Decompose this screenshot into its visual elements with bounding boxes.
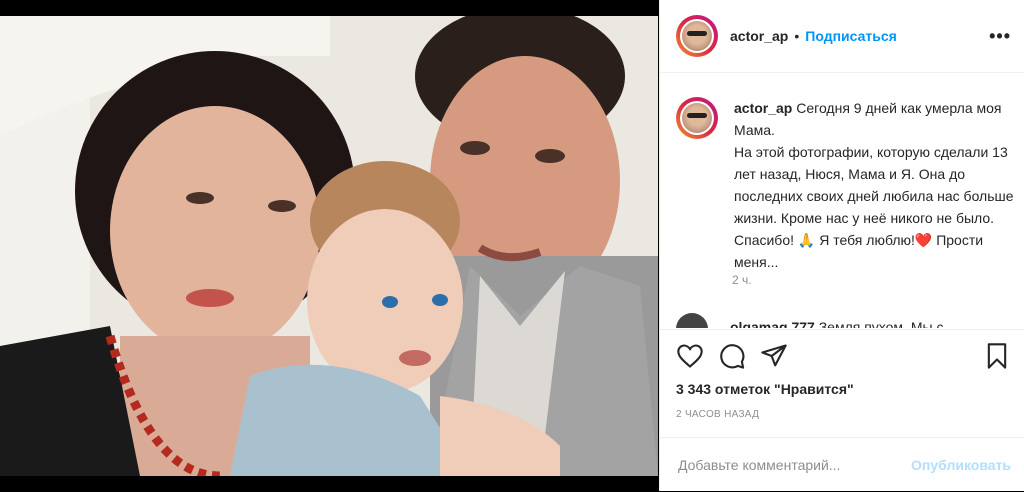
- comment-avatar[interactable]: [676, 313, 708, 328]
- comments-list[interactable]: actor_ap Сегодня 9 дней как умерла моя М…: [660, 73, 1024, 328]
- post-time[interactable]: 2 ЧАСОВ НАЗАД: [676, 409, 759, 420]
- comment-text: Земля пухом. Мы с: [818, 319, 944, 328]
- more-icon[interactable]: •••: [989, 26, 1011, 47]
- follow-button[interactable]: Подписаться: [805, 28, 897, 44]
- publish-button[interactable]: Опубликовать: [911, 457, 1011, 473]
- list-item: olgamag.777 Земля пухом. Мы с: [676, 313, 943, 328]
- username-link[interactable]: actor_ap: [730, 28, 788, 44]
- comment-username[interactable]: olgamag.777: [730, 319, 815, 328]
- caption: actor_ap Сегодня 9 дней как умерла моя М…: [676, 97, 1014, 273]
- caption-username[interactable]: actor_ap: [734, 100, 792, 116]
- share-icon[interactable]: [760, 342, 788, 370]
- caption-text: actor_ap Сегодня 9 дней как умерла моя М…: [734, 97, 1014, 273]
- caption-avatar[interactable]: [676, 97, 718, 139]
- caption-time[interactable]: 2 ч.: [732, 273, 752, 287]
- comment-input[interactable]: [676, 456, 900, 474]
- comment-form: Опубликовать: [660, 437, 1024, 492]
- bookmark-icon[interactable]: [983, 342, 1011, 370]
- avatar[interactable]: [676, 15, 718, 57]
- comment-icon[interactable]: [718, 342, 746, 370]
- separator-dot: •: [794, 28, 800, 44]
- post-header: actor_ap • Подписаться •••: [660, 0, 1024, 73]
- post-photo[interactable]: [0, 16, 658, 476]
- family-photo-image: [0, 16, 658, 476]
- post-side-panel: actor_ap • Подписаться ••• actor_ap Сего…: [659, 0, 1024, 491]
- actions-bar: 3 343 отметок "Нравится" 2 ЧАСОВ НАЗАД: [660, 329, 1024, 420]
- caption-body: Сегодня 9 дней как умерла моя Мама. На э…: [734, 100, 1014, 270]
- heart-icon[interactable]: [676, 342, 704, 370]
- likes-count[interactable]: 3 343 отметок "Нравится": [676, 381, 854, 397]
